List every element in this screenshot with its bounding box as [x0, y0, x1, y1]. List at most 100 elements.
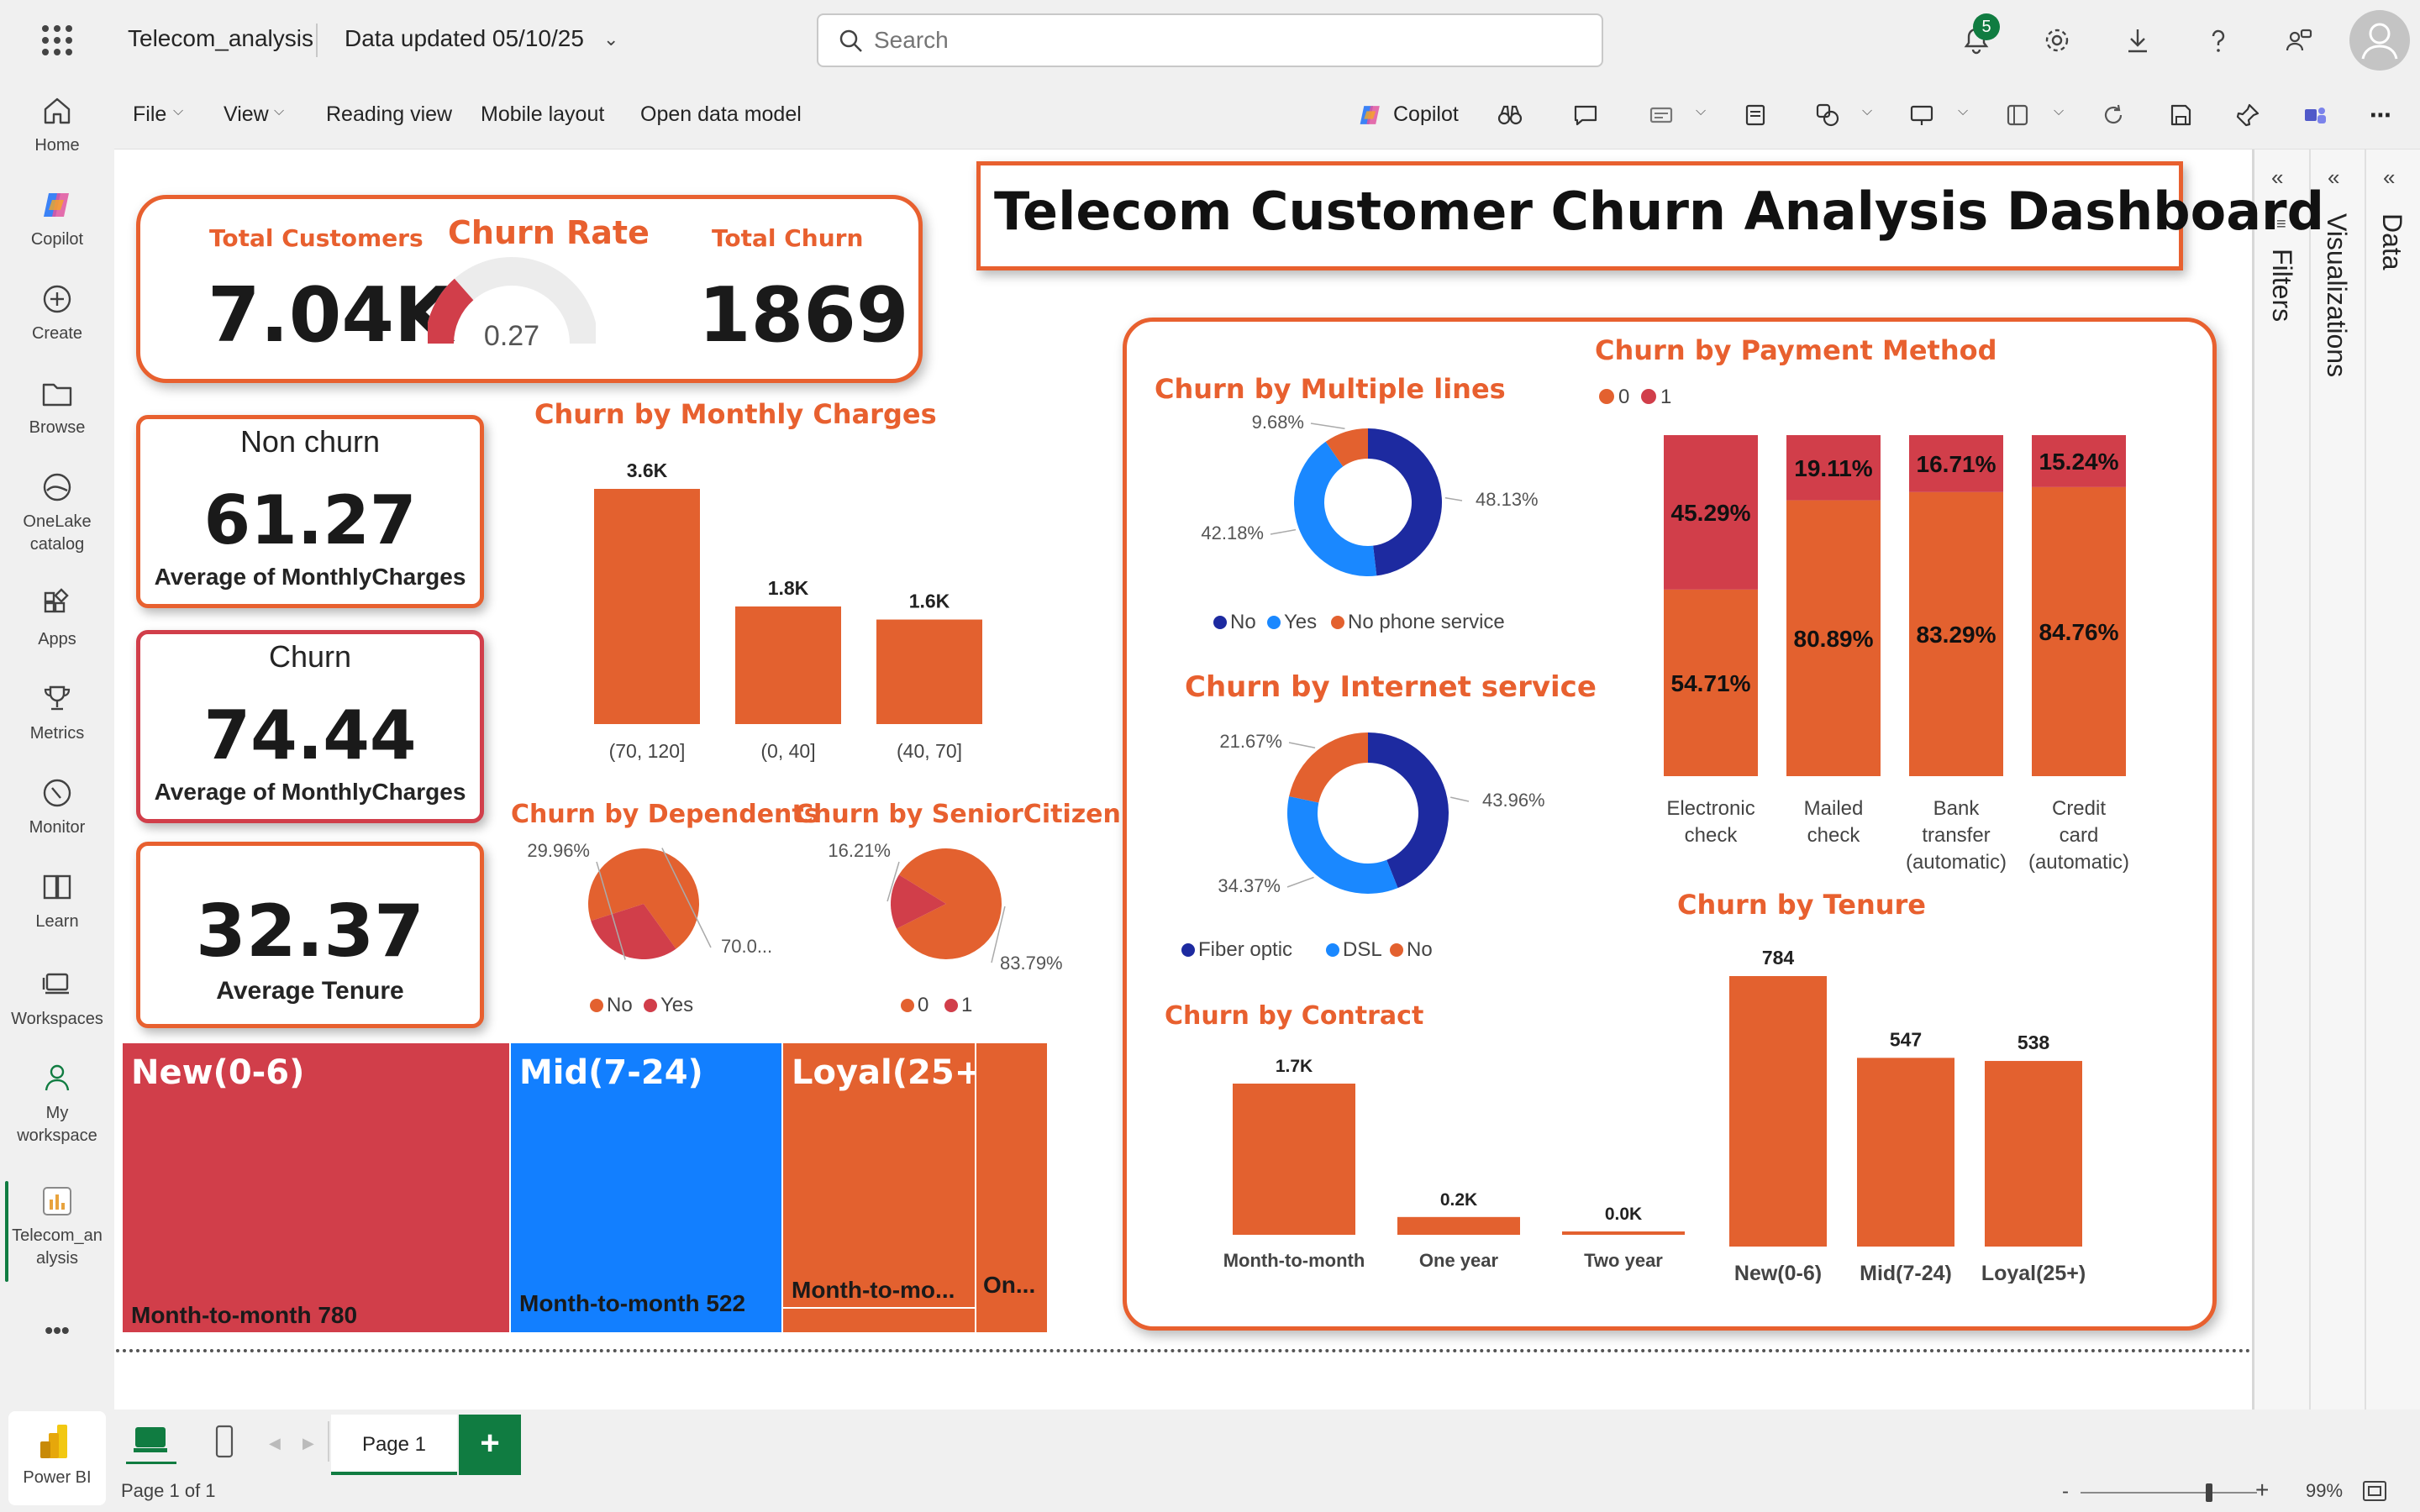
chevron-down-icon[interactable]: ⌵ [1862, 104, 1872, 119]
leader-line[interactable] [1450, 796, 1470, 802]
leader-line[interactable] [1286, 876, 1314, 888]
treemap-tile-mid[interactable]: Mid(7-24) Month-to-month 522 [511, 1043, 781, 1320]
treemap-tile-mid-sub[interactable] [511, 1320, 781, 1332]
churn-rate-gauge[interactable]: 0.27 [428, 251, 596, 352]
non-churn-card[interactable]: Non churn 61.27 Average of MonthlyCharge… [136, 415, 484, 608]
bar[interactable] [1397, 1216, 1520, 1235]
zoom-slider-thumb[interactable] [2206, 1483, 2213, 1502]
present-icon[interactable] [1904, 97, 1939, 133]
tenure-contract-treemap[interactable]: New(0-6) Month-to-month 780 Mid(7-24) Mo… [123, 1043, 1047, 1332]
tenure-bar-chart[interactable]: 784 New(0-6) 547 Mid(7-24) 538 Loyal(25+) [1697, 931, 2134, 1284]
visualizations-pane[interactable]: « Visualizations [2309, 150, 2365, 1410]
legend-marker[interactable] [1181, 943, 1195, 957]
file-menu[interactable]: File [133, 102, 166, 127]
zoom-in-icon[interactable]: + [2255, 1477, 2269, 1504]
bar[interactable] [1857, 1058, 1954, 1247]
zoom-slider[interactable] [2081, 1483, 2257, 1502]
legend-marker[interactable] [1390, 943, 1403, 957]
bar[interactable] [1562, 1231, 1685, 1235]
chevron-down-icon[interactable]: ⌵ [1958, 104, 1968, 119]
more-icon[interactable]: ••• [0, 1319, 114, 1342]
notes-icon[interactable] [1738, 97, 1773, 133]
contract-bar-chart[interactable]: 1.7K Month-to-month 0.2K One year 0.0K Two ye… [1193, 1042, 1697, 1277]
average-tenure-card[interactable]: 32.37 Average Tenure [136, 842, 484, 1028]
legend-marker[interactable] [1213, 616, 1227, 629]
search-input[interactable] [874, 24, 1563, 57]
binoculars-icon[interactable] [1492, 97, 1528, 133]
bar[interactable] [594, 489, 700, 724]
comment-icon[interactable] [1568, 97, 1603, 133]
filters-pane[interactable]: « ≡ Filters [2252, 150, 2309, 1410]
reading-view-button[interactable]: Reading view [326, 102, 452, 127]
legend-marker[interactable] [901, 999, 914, 1012]
legend-marker[interactable] [1599, 389, 1614, 404]
legend-marker[interactable] [1326, 943, 1339, 957]
legend-marker[interactable] [1641, 389, 1656, 404]
zoom-level[interactable]: 99% [2306, 1480, 2343, 1502]
share-people-icon[interactable] [2279, 20, 2319, 60]
teams-icon[interactable] [2297, 97, 2333, 133]
nav-copilot[interactable]: Copilot [0, 186, 114, 251]
treemap-tile-loyal[interactable]: Loyal(25+) Month-to-mo... [783, 1043, 998, 1307]
copilot-icon[interactable] [1353, 97, 1388, 133]
leader-line[interactable] [1444, 496, 1463, 501]
bar[interactable] [1233, 1084, 1355, 1235]
nav-learn[interactable]: Learn [0, 869, 114, 933]
view-menu[interactable]: View [224, 102, 269, 127]
data-pane[interactable]: « Data [2365, 150, 2420, 1410]
refresh-icon[interactable] [2096, 97, 2131, 133]
bar[interactable] [876, 619, 982, 724]
churn-card[interactable]: Churn 74.44 Average of MonthlyCharges [136, 630, 484, 823]
bar[interactable] [1985, 1061, 2082, 1247]
leader-line[interactable] [1288, 742, 1316, 749]
search-box[interactable] [817, 13, 1603, 67]
next-page-icon[interactable]: ▶ [302, 1435, 314, 1452]
app-launcher-icon[interactable] [42, 25, 72, 55]
phone-layout-icon[interactable] [212, 1423, 237, 1460]
save-icon[interactable] [2163, 97, 2198, 133]
nav-workspaces[interactable]: Workspaces [0, 966, 114, 1031]
download-icon[interactable] [2118, 20, 2158, 60]
chevron-down-icon[interactable]: ⌵ [1696, 104, 1706, 119]
treemap-tile-loyal-sub[interactable] [783, 1309, 975, 1332]
slice[interactable] [1289, 732, 1368, 803]
zoom-out-icon[interactable]: - [2062, 1480, 2069, 1504]
shapes-icon[interactable] [1810, 97, 1845, 133]
avatar[interactable] [2349, 10, 2410, 71]
treemap-tile-new[interactable]: New(0-6) Month-to-month 780 [123, 1043, 509, 1332]
gear-icon[interactable] [2037, 20, 2077, 60]
slice[interactable] [1368, 428, 1443, 576]
page-tab[interactable]: Page 1 [331, 1415, 457, 1475]
filters-label[interactable]: Filters [2266, 249, 2297, 322]
collapse-icon[interactable]: « [2383, 165, 2395, 191]
senior-citizen-pie-chart[interactable]: 83.79% 16.21% 0 1 [807, 837, 1092, 1030]
open-data-model-button[interactable]: Open data model [640, 102, 802, 127]
more-options-icon[interactable]: ⋯ [2363, 97, 2398, 133]
help-icon[interactable] [2198, 20, 2238, 60]
slice[interactable] [1287, 796, 1398, 894]
monthly-charges-chart[interactable]: 3.6K (70, 120] 1.8K (0, 40] 1.6K (40, 70] [555, 437, 1025, 773]
legend-marker[interactable] [1331, 616, 1344, 629]
nav-apps[interactable]: Apps [0, 586, 114, 651]
dependents-pie-chart[interactable]: 70.0... 29.96% No Yes [513, 837, 790, 1030]
legend-marker[interactable] [590, 999, 603, 1012]
fit-to-page-icon[interactable] [2361, 1478, 2388, 1504]
pin-icon[interactable] [2230, 97, 2265, 133]
nav-metrics[interactable]: Metrics [0, 680, 114, 745]
bar[interactable] [1729, 976, 1827, 1247]
report-name[interactable]: Telecom_analysis [128, 25, 313, 52]
nav-telecom-analysis[interactable]: Telecom_an alysis [0, 1183, 114, 1270]
legend-marker[interactable] [944, 999, 958, 1012]
copilot-button[interactable]: Copilot [1393, 102, 1459, 127]
layout-icon[interactable] [2000, 97, 2035, 133]
leader-line[interactable] [1310, 423, 1345, 429]
data-updated-label[interactable]: Data updated 05/10/25 [345, 25, 584, 52]
nav-onelake-catalog[interactable]: OneLake catalog [0, 469, 114, 556]
payment-method-stacked-chart[interactable]: 0 1 54.71% 45.29% Electronic check 80.89% 19.11… [1588, 378, 2168, 882]
powerbi-switcher[interactable]: Power BI [8, 1411, 106, 1505]
nav-browse[interactable]: Browse [0, 375, 114, 439]
add-page-button[interactable]: + [459, 1415, 521, 1475]
nav-home[interactable]: Home [0, 92, 114, 157]
visualizations-label[interactable]: Visualizations [2321, 213, 2352, 377]
nav-monitor[interactable]: Monitor [0, 774, 114, 839]
